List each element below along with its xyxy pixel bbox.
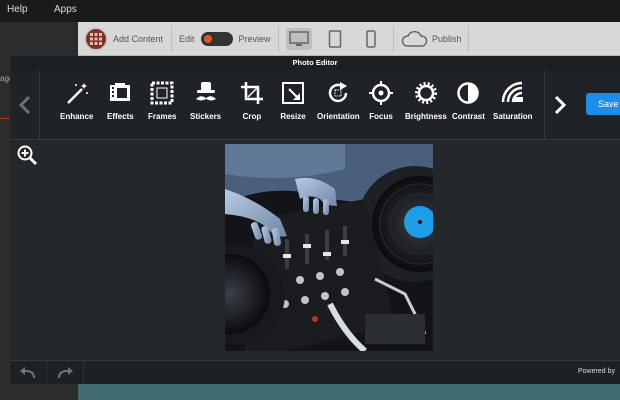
phone-icon <box>366 30 376 48</box>
tool-label: Contrast <box>452 112 485 121</box>
tool-enhance[interactable]: Enhance <box>60 80 93 130</box>
edit-preview-toggle[interactable] <box>200 32 233 46</box>
grid-icon <box>84 27 108 51</box>
tool-brightness[interactable]: Brightness <box>405 80 447 130</box>
phone-view-button[interactable] <box>358 28 384 50</box>
tool-label: Orientation <box>317 112 360 121</box>
tool-focus[interactable]: Focus <box>368 80 394 130</box>
sun-icon <box>414 82 437 104</box>
photo-editor-modal: Photo Editor Enhance Effects Frames Stic… <box>10 56 620 384</box>
tool-stickers[interactable]: Stickers <box>190 80 221 130</box>
resize-icon <box>282 82 304 104</box>
undo-icon <box>20 367 35 379</box>
zoom-in-icon <box>17 145 38 166</box>
editor-footer: Powered by <box>10 360 620 384</box>
cloud-icon <box>401 30 428 47</box>
tool-label: Enhance <box>60 112 94 121</box>
tool-frames[interactable]: Frames <box>148 80 176 130</box>
dj-turntable-image <box>225 144 433 351</box>
app-footer-strip <box>78 384 620 400</box>
redo-icon <box>58 367 73 379</box>
mustache-hat-icon <box>195 82 216 101</box>
edit-label: Edit <box>179 34 195 44</box>
edited-photo <box>225 144 433 351</box>
redo-button[interactable] <box>47 361 84 384</box>
save-button[interactable]: Save <box>586 93 620 115</box>
rotate-icon <box>329 82 348 103</box>
menu-apps[interactable]: Apps <box>54 4 77 15</box>
add-content-label: Add Content <box>113 34 164 44</box>
chevron-right-icon <box>554 95 566 115</box>
tools-prev-button[interactable] <box>10 70 40 140</box>
tool-label: Effects <box>107 112 134 121</box>
divider <box>393 26 394 52</box>
divider <box>0 118 10 119</box>
editor-toolbar: Enhance Effects Frames Stickers Crop Res… <box>10 70 620 140</box>
zoom-in-button[interactable] <box>16 144 38 166</box>
preview-label: Preview <box>238 34 271 44</box>
chevron-left-icon <box>18 95 30 115</box>
publish-label: Publish <box>432 34 462 44</box>
tool-resize[interactable]: Resize <box>280 80 306 130</box>
powered-by-label: Powered by <box>578 368 615 375</box>
tool-label: Focus <box>369 112 393 121</box>
app-menu-bar: Help Apps <box>0 0 620 22</box>
tool-label: Stickers <box>190 112 222 121</box>
tool-label: Resize <box>280 112 306 121</box>
editor-canvas <box>10 141 620 360</box>
tool-label: Frames <box>148 112 177 121</box>
tool-orientation[interactable]: Orientation <box>317 80 360 130</box>
divider <box>468 26 469 52</box>
contrast-icon <box>457 82 480 104</box>
tool-label: Saturation <box>493 112 533 121</box>
target-icon <box>369 81 393 105</box>
tool-effects[interactable]: Effects <box>107 80 134 130</box>
publish-button[interactable]: Publish <box>400 22 462 56</box>
film-icon <box>110 83 131 101</box>
device-switcher <box>286 22 384 56</box>
tool-saturation[interactable]: Saturation <box>493 80 533 130</box>
tool-label: Brightness <box>405 112 447 121</box>
saturation-icon <box>501 81 523 103</box>
undo-button[interactable] <box>10 361 47 384</box>
tool-contrast[interactable]: Contrast <box>452 80 485 130</box>
add-content-button[interactable]: Add Content <box>84 22 163 56</box>
modal-title: Photo Editor <box>10 56 620 70</box>
tablet-view-button[interactable] <box>322 28 348 50</box>
monitor-icon <box>289 31 309 46</box>
crop-icon <box>241 82 263 104</box>
menu-help[interactable]: Help <box>7 4 28 15</box>
tool-label: Crop <box>242 112 262 121</box>
edit-preview-toggle-group: Edit Preview <box>179 22 271 56</box>
frame-icon <box>150 81 174 105</box>
magic-wand-icon <box>66 83 88 104</box>
app-toolbar: Add Content Edit Preview Publish <box>78 22 620 56</box>
desktop-view-button[interactable] <box>286 28 312 50</box>
divider <box>171 26 172 52</box>
tools-next-button[interactable] <box>544 70 574 140</box>
divider <box>278 26 279 52</box>
tool-crop[interactable]: Crop <box>239 80 265 130</box>
tablet-icon <box>328 30 342 48</box>
